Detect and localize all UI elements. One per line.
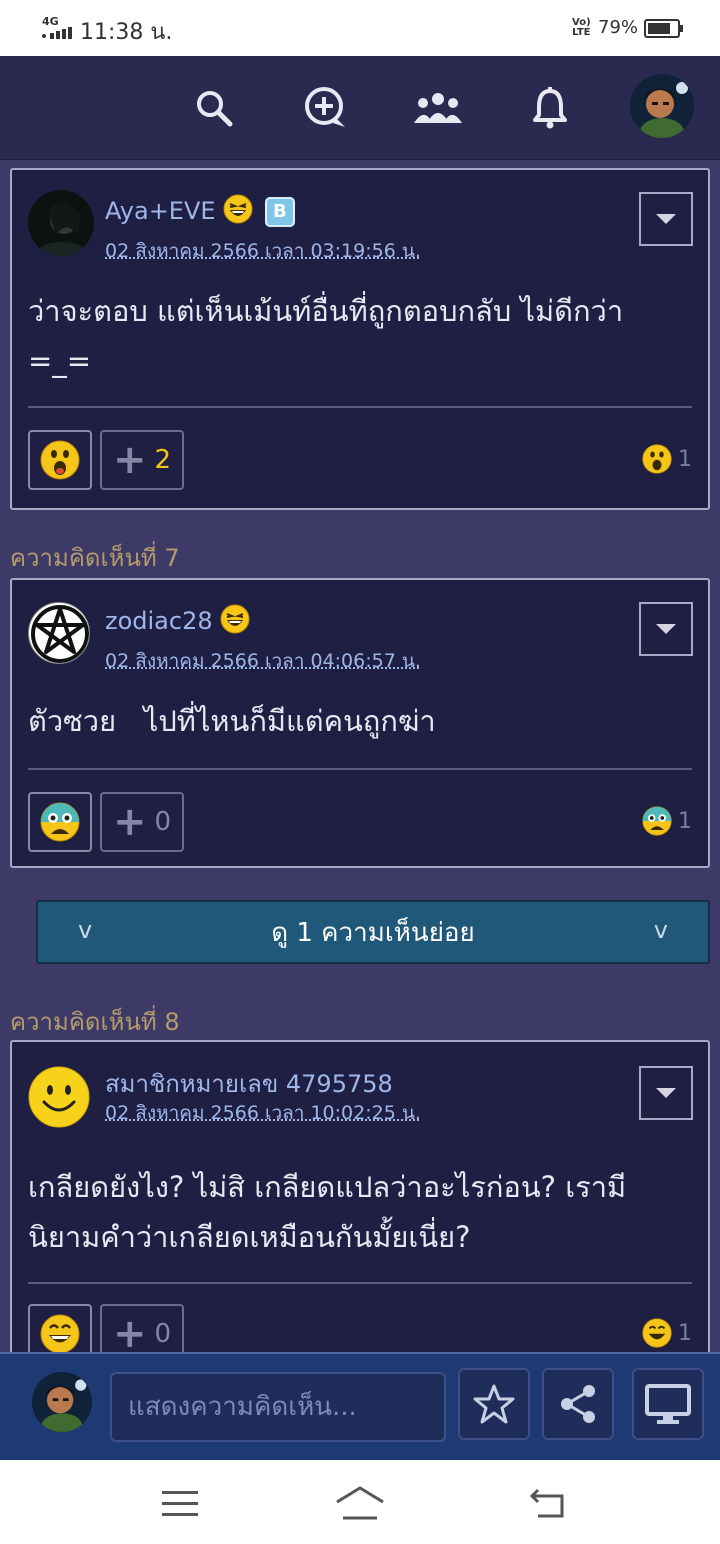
system-navigation-bar [0, 1460, 720, 1544]
plus-icon: + [112, 799, 147, 845]
reaction-count: 1 [678, 1320, 692, 1346]
plus-count: 2 [154, 445, 172, 475]
bell-icon[interactable] [520, 80, 580, 136]
comment-menu-button[interactable] [639, 1066, 693, 1120]
username[interactable]: zodiac28 [105, 604, 250, 640]
reaction-count: 1 [678, 808, 692, 834]
plus-vote-button[interactable]: + 0 [100, 792, 184, 852]
star-icon[interactable] [458, 1368, 530, 1440]
reaction-button[interactable] [28, 430, 92, 490]
clock: 11:38 น. [80, 20, 173, 45]
plus-count: 0 [154, 807, 172, 837]
comment-menu-button[interactable] [639, 192, 693, 246]
volte-icon: Vo) LTE [572, 17, 591, 38]
user-avatar[interactable] [28, 602, 90, 664]
comment-menu-button[interactable] [639, 602, 693, 656]
divider [28, 406, 692, 408]
plus-icon: + [112, 437, 147, 483]
menu-icon[interactable] [150, 1484, 210, 1524]
profile-avatar[interactable] [630, 74, 694, 138]
user-avatar[interactable] [28, 190, 94, 256]
comment-timestamp[interactable]: 02 สิงหาคม 2566 เวลา 03:19:56 น. [105, 236, 421, 266]
scared-face-icon [40, 802, 80, 842]
comment-body: ตัวซวย ไปที่ไหนก็มีแต่คนถูกฆ่า [28, 704, 436, 738]
username-text[interactable]: Aya+EVE [105, 197, 216, 225]
comment-card: สมาชิกหมายเลข 4795758 02 สิงหาคม 2566 เว… [10, 1040, 710, 1380]
show-replies-button[interactable]: v ดู 1 ความเห็นย่อย v [36, 900, 710, 964]
comment-body: เกลียดยังไง? ไม่สิ เกลียดแปลว่าอะไรก่อน?… [28, 1170, 627, 1254]
reaction-summary[interactable]: 1 [642, 444, 692, 474]
comment-card: Aya+EVE B 02 สิงหาคม 2566 เวลา 03:19:56 … [10, 168, 710, 510]
chevron-down-icon: v [78, 916, 93, 944]
new-topic-icon[interactable] [296, 80, 356, 136]
app-content: Aya+EVE B 02 สิงหาคม 2566 เวลา 03:19:56 … [0, 56, 720, 1460]
my-avatar[interactable] [32, 1372, 92, 1432]
signal-icon: 4G [42, 15, 72, 41]
grinning-face-icon [642, 1318, 672, 1348]
comment-input[interactable]: แสดงความคิดเห็น... [110, 1372, 446, 1442]
network-type: 4G [42, 15, 59, 28]
scared-face-icon [642, 806, 672, 836]
battery-icon [644, 19, 683, 38]
plus-count: 0 [154, 1319, 172, 1349]
username-text[interactable]: สมาชิกหมายเลข 4795758 [105, 1070, 393, 1098]
user-avatar[interactable] [28, 1066, 90, 1128]
grinning-face-icon [40, 1314, 80, 1354]
surprised-face-icon [40, 440, 80, 480]
comment-number-label: ความคิดเห็นที่ 8 [10, 1008, 180, 1036]
surprised-face-icon [642, 444, 672, 474]
username-text[interactable]: zodiac28 [105, 607, 213, 635]
plus-icon: + [112, 1311, 147, 1357]
status-bar: 4G 11:38 น. Vo) LTE 79% [0, 0, 720, 56]
community-icon[interactable] [408, 80, 468, 136]
comment-body: ว่าจะตอบ แต่เห็นเม้นท์อื่นที่ถูกตอบกลับ … [28, 294, 624, 378]
battery-percent: 79% [598, 17, 639, 38]
comment-card: zodiac28 02 สิงหาคม 2566 เวลา 04:06:57 น… [10, 578, 710, 868]
back-icon[interactable] [518, 1484, 578, 1524]
home-icon[interactable] [330, 1484, 390, 1524]
chevron-down-icon [656, 1088, 676, 1098]
search-icon[interactable] [184, 80, 244, 136]
show-replies-label: ดู 1 ความเห็นย่อย [271, 917, 475, 948]
reaction-summary[interactable]: 1 [642, 806, 692, 836]
chevron-down-icon [656, 624, 676, 634]
reaction-count: 1 [678, 446, 692, 472]
chevron-down-icon [656, 214, 676, 224]
laughing-face-icon [220, 604, 250, 640]
divider [28, 768, 692, 770]
member-badge: B [264, 197, 295, 227]
laughing-face-icon [223, 194, 253, 230]
divider [28, 1282, 692, 1284]
chevron-down-icon: v [653, 916, 668, 944]
comment-number-label: ความคิดเห็นที่ 7 [10, 544, 180, 572]
plus-vote-button[interactable]: + 2 [100, 430, 184, 490]
top-navigation [0, 56, 720, 160]
comment-timestamp[interactable]: 02 สิงหาคม 2566 เวลา 04:06:57 น. [105, 646, 421, 676]
desktop-view-icon[interactable] [632, 1368, 704, 1440]
username[interactable]: Aya+EVE B [105, 194, 295, 230]
reaction-summary[interactable]: 1 [642, 1318, 692, 1348]
share-icon[interactable] [542, 1368, 614, 1440]
comment-composer-bar: แสดงความคิดเห็น... [0, 1352, 720, 1460]
reaction-button[interactable] [28, 792, 92, 852]
comment-timestamp[interactable]: 02 สิงหาคม 2566 เวลา 10:02:25 น. [105, 1098, 421, 1128]
